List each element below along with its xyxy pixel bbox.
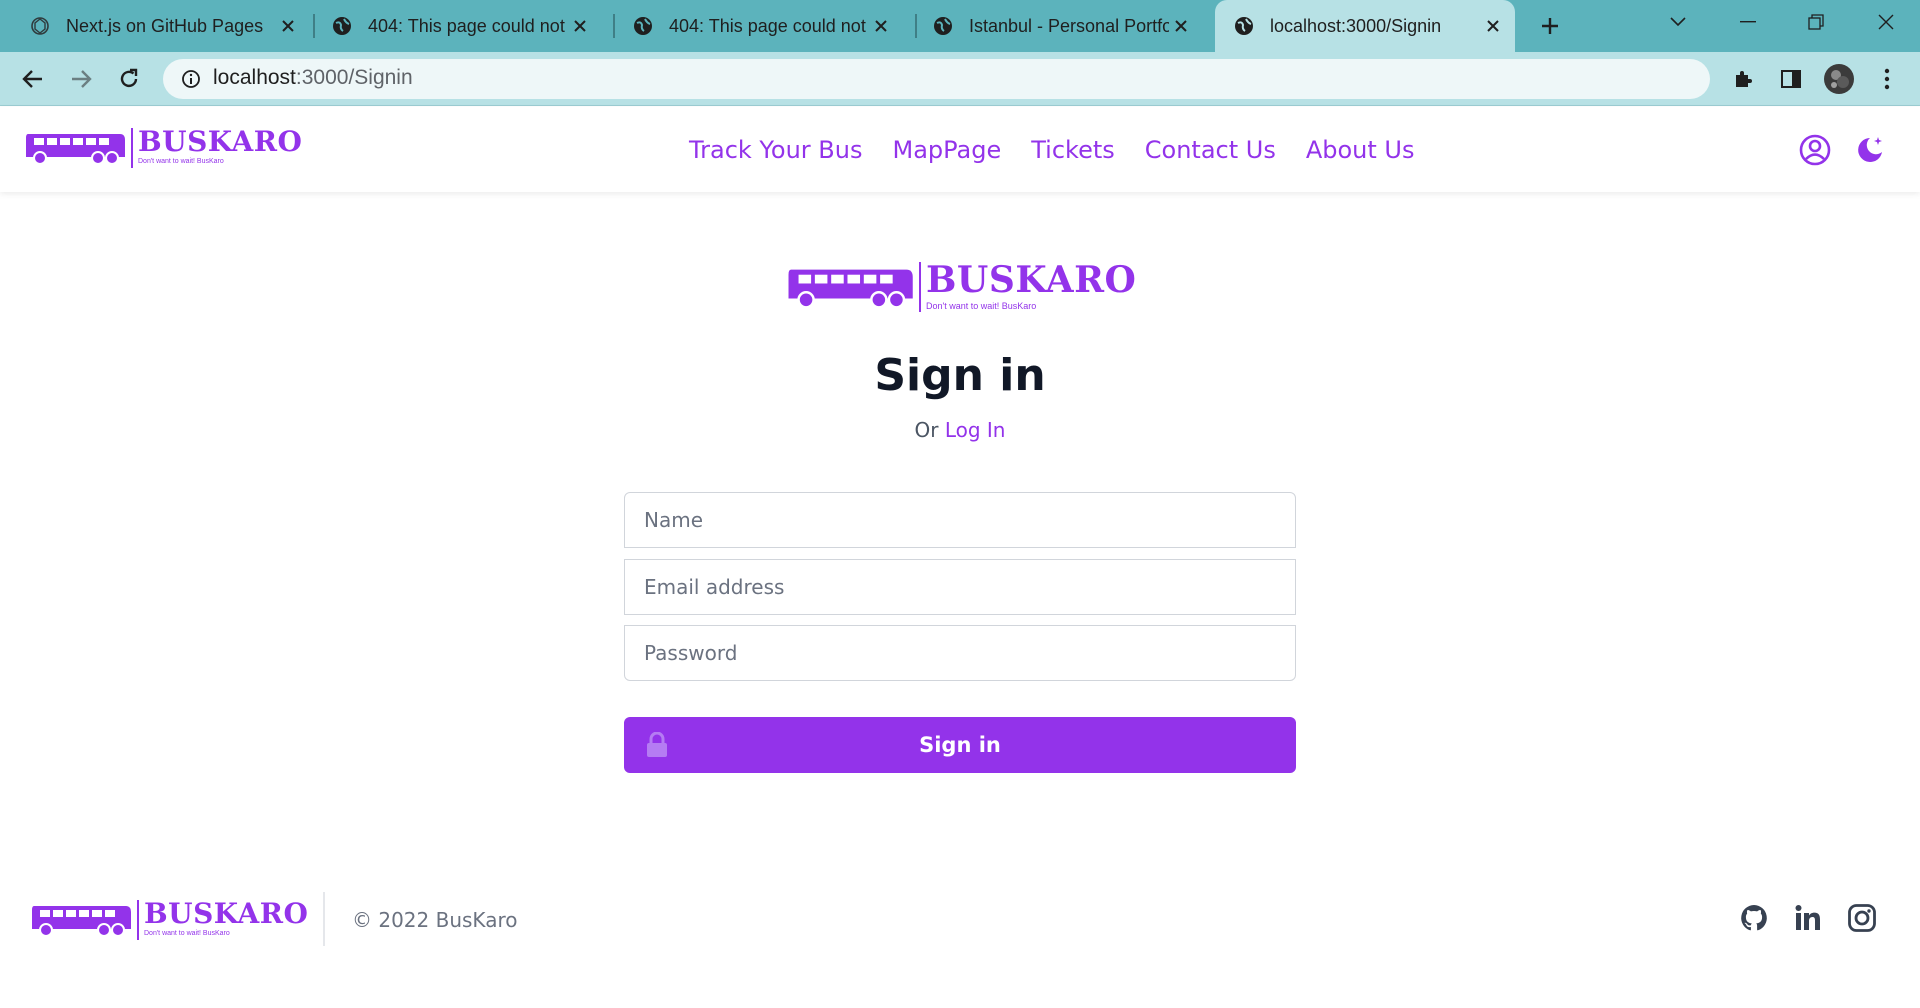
- brand-name: BUSKARO: [138, 125, 303, 158]
- url-text[interactable]: localhost:3000/Signin: [213, 66, 413, 90]
- openai-icon: [30, 16, 50, 36]
- linkedin-icon[interactable]: [1791, 901, 1825, 935]
- tab-title: localhost:3000/Signin: [1270, 15, 1442, 36]
- side-panel-icon[interactable]: [1776, 64, 1806, 94]
- tab-title: 404: This page could not be found: [368, 15, 568, 36]
- new-tab-icon[interactable]: [1536, 12, 1564, 40]
- close-tab-icon[interactable]: [869, 14, 893, 38]
- close-tab-icon[interactable]: [568, 14, 592, 38]
- bus-logo-icon: [26, 134, 125, 165]
- globe-icon: [633, 16, 653, 36]
- browser-tab[interactable]: Istanbul - Personal Portfolio: [903, 0, 1203, 52]
- signin-subtitle: Or Log In: [0, 418, 1920, 442]
- nav-link-track-your-bus[interactable]: Track Your Bus: [689, 136, 862, 164]
- logo-divider: [137, 900, 139, 940]
- footer-copyright: © 2022 BusKaro: [352, 908, 518, 932]
- brand-name: BUSKARO: [926, 259, 1137, 301]
- browser-tab[interactable]: Next.js on GitHub Pages: [0, 0, 310, 52]
- nav-link-contact-us[interactable]: Contact Us: [1145, 136, 1276, 164]
- footer-divider: [323, 892, 325, 946]
- github-icon[interactable]: [1737, 901, 1771, 935]
- user-account-icon[interactable]: [1798, 133, 1832, 167]
- globe-icon: [332, 16, 352, 36]
- url-host: localhost: [213, 66, 296, 89]
- instagram-icon[interactable]: [1845, 901, 1879, 935]
- globe-icon: [933, 16, 953, 36]
- sign-in-button-label: Sign in: [919, 733, 1001, 757]
- browser-menu-icon[interactable]: [1872, 64, 1902, 94]
- url-path: :3000/Signin: [295, 66, 413, 89]
- forward-arrow-icon[interactable]: [66, 64, 96, 94]
- minimize-icon[interactable]: [1720, 0, 1776, 44]
- sign-in-button[interactable]: Sign in: [624, 717, 1296, 773]
- profile-avatar[interactable]: [1824, 64, 1854, 94]
- close-tab-icon[interactable]: [1481, 14, 1505, 38]
- login-link[interactable]: Log In: [945, 418, 1006, 442]
- site-info-icon[interactable]: [176, 64, 206, 94]
- password-field[interactable]: [624, 625, 1296, 681]
- browser-tab[interactable]: 404: This page could not be found: [302, 0, 602, 52]
- extensions-icon[interactable]: [1728, 64, 1758, 94]
- browser-tab-active[interactable]: localhost:3000/Signin: [1215, 0, 1515, 52]
- tab-title: 404: This page could not be found: [669, 15, 869, 36]
- restore-icon[interactable]: [1788, 0, 1844, 44]
- nav-link-mappage[interactable]: MapPage: [892, 136, 1001, 164]
- logo-divider: [131, 128, 133, 168]
- nav-link-about-us[interactable]: About Us: [1306, 136, 1415, 164]
- name-field[interactable]: [624, 492, 1296, 548]
- footer-logo[interactable]: BUSKARO Don't want to wait! BusKaro: [30, 900, 308, 940]
- dark-mode-moon-icon[interactable]: [1852, 133, 1886, 167]
- brand-tagline: Don't want to wait! BusKaro: [138, 158, 224, 165]
- globe-icon: [1234, 16, 1254, 36]
- logo-divider: [919, 262, 921, 312]
- back-arrow-icon[interactable]: [18, 64, 48, 94]
- or-text: Or: [914, 418, 939, 442]
- bus-logo-icon: [32, 906, 131, 937]
- brand-name: BUSKARO: [144, 897, 309, 930]
- tab-title: Next.js on GitHub Pages: [66, 15, 264, 36]
- bus-logo-icon: [788, 269, 913, 309]
- signin-logo: BUSKARO Don't want to wait! BusKaro: [786, 262, 1136, 312]
- browser-tabstrip: Next.js on GitHub Pages 404: This page c…: [0, 0, 1920, 52]
- tab-search-icon[interactable]: [1650, 0, 1706, 44]
- browser-tab[interactable]: 404: This page could not be found: [603, 0, 903, 52]
- close-tab-icon[interactable]: [276, 14, 300, 38]
- reload-icon[interactable]: [114, 64, 144, 94]
- brand-tagline: Don't want to wait! BusKaro: [926, 301, 1037, 311]
- email-field[interactable]: [624, 559, 1296, 615]
- nav-link-tickets[interactable]: Tickets: [1031, 136, 1115, 164]
- nav-logo[interactable]: BUSKARO Don't want to wait! BusKaro: [24, 128, 302, 168]
- tab-title: Istanbul - Personal Portfolio: [969, 15, 1169, 36]
- close-tab-icon[interactable]: [1169, 14, 1193, 38]
- close-window-icon[interactable]: [1858, 0, 1914, 44]
- page-title: Sign in: [874, 350, 1046, 401]
- brand-tagline: Don't want to wait! BusKaro: [144, 930, 230, 937]
- nav-links: Track Your Bus MapPage Tickets Contact U…: [689, 136, 1444, 164]
